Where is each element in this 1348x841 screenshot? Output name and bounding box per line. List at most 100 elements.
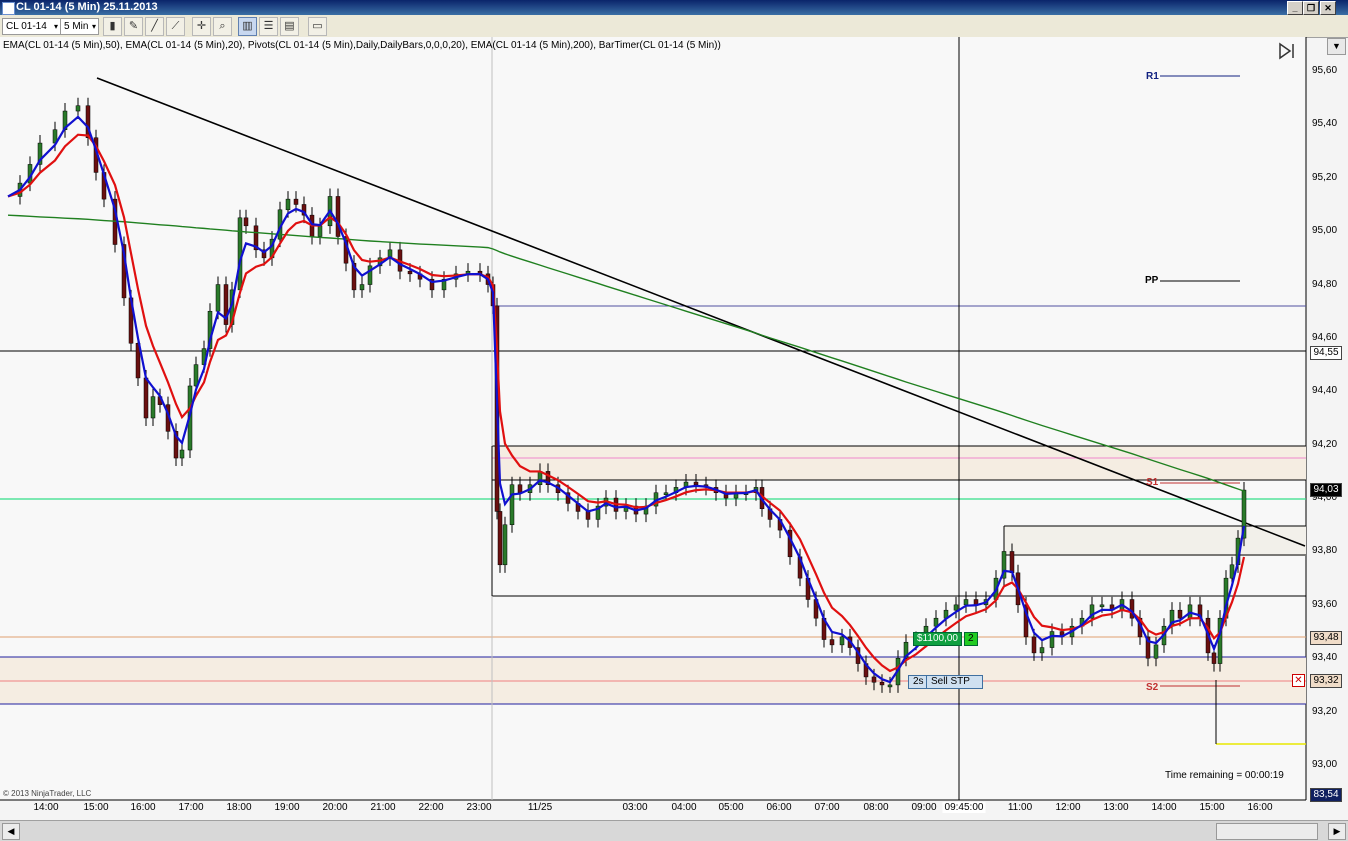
- time-tick-label: 11:00: [1007, 802, 1033, 813]
- time-tick-label: 23:00: [466, 802, 492, 813]
- time-tick-label: 20:00: [322, 802, 348, 813]
- candle-body: [1049, 631, 1055, 648]
- restore-button[interactable]: ❐: [1303, 1, 1319, 15]
- candle-body: [143, 377, 149, 419]
- candle-body: [502, 524, 508, 566]
- range-zone: [1004, 526, 1306, 556]
- pivot-r1-label: R1: [1146, 71, 1159, 82]
- time-tick-label: 04:00: [671, 802, 697, 813]
- horizontal-scrollbar[interactable]: ◀ ▶: [0, 820, 1348, 841]
- time-tick-label: 13:00: [1103, 802, 1129, 813]
- play-end-icon[interactable]: [1278, 42, 1296, 60]
- candle-body: [1039, 647, 1045, 654]
- candle-body: [150, 396, 156, 419]
- candle-body: [285, 198, 291, 211]
- bar-type-icon[interactable]: ▮: [103, 17, 122, 36]
- scroll-thumb[interactable]: [1216, 823, 1318, 840]
- candle-body: [887, 684, 893, 688]
- price-tick-label: 95,00: [1312, 225, 1338, 237]
- crosshair-icon[interactable]: ✛: [192, 17, 211, 36]
- time-tick-label: 16:00: [130, 802, 156, 813]
- indicator-list: EMA(CL 01-14 (5 Min),50), EMA(CL 01-14 (…: [3, 40, 721, 51]
- chevron-down-icon[interactable]: ▼: [1327, 38, 1346, 55]
- scroll-left-icon[interactable]: ◀: [2, 823, 20, 840]
- close-button[interactable]: ✕: [1320, 1, 1336, 15]
- time-tick-label: 14:00: [1151, 802, 1177, 813]
- price-tick-label: 93,80: [1312, 545, 1338, 557]
- app-icon: [2, 2, 15, 15]
- chart-style-icon[interactable]: ▥: [238, 17, 257, 36]
- instrument-value: CL 01-14: [6, 21, 47, 32]
- bar-timer-text: Time remaining = 00:00:19: [1165, 770, 1284, 781]
- candle-body: [953, 604, 959, 611]
- time-tick-label: 09:45:00: [942, 802, 986, 813]
- candle-body: [1211, 652, 1217, 664]
- pivot-s2-label: S2: [1146, 682, 1159, 693]
- properties-icon[interactable]: ☰: [259, 17, 278, 36]
- resistance-zone: [492, 446, 1306, 480]
- candle-body: [359, 284, 365, 291]
- line-tool-icon[interactable]: ⟋: [166, 17, 185, 36]
- price-tick-label: 95,40: [1312, 118, 1338, 130]
- order-price-tag: 93,32: [1310, 674, 1342, 688]
- window-title: CL 01-14 (5 Min) 25.11.2013: [16, 1, 158, 13]
- copyright-text: © 2013 NinjaTrader, LLC: [3, 789, 92, 798]
- zoom-icon[interactable]: ⌕: [213, 17, 232, 36]
- bottom-price-tag: 83,54: [1310, 788, 1342, 802]
- position-pnl-badge[interactable]: $1100,00: [913, 632, 962, 646]
- pivot-pp-label: PP: [1145, 275, 1159, 286]
- candle-body: [871, 676, 877, 683]
- time-tick-label: 15:00: [83, 802, 109, 813]
- interval-value: 5 Min: [64, 21, 89, 32]
- candle-body: [317, 225, 323, 237]
- candle-body: [179, 449, 185, 459]
- chevron-down-icon: ▾: [91, 22, 96, 31]
- toolbar: CL 01-14 ▾ 5 Min ▾ ▮ ✎ ╱ ⟋ ✛ ⌕ ▥ ☰ ▤ ▭: [0, 15, 1348, 38]
- time-tick-label: 18:00: [226, 802, 252, 813]
- candle-body: [1099, 604, 1105, 608]
- candle-body: [839, 636, 845, 646]
- price-tick-label: 95,20: [1312, 171, 1338, 183]
- time-tick-label: 06:00: [766, 802, 792, 813]
- time-tick-label: 19:00: [274, 802, 300, 813]
- time-tick-label: 11/25: [527, 802, 553, 813]
- stop-price-tag: 93,48: [1310, 631, 1342, 645]
- candle-body: [829, 639, 835, 646]
- position-qty-badge[interactable]: 2: [964, 632, 978, 646]
- candle-body: [193, 364, 199, 387]
- price-tick-label: 94,80: [1312, 278, 1338, 290]
- window-icon[interactable]: ▭: [308, 17, 327, 36]
- template-icon[interactable]: ▤: [280, 17, 299, 36]
- price-tick-label: 94,40: [1312, 385, 1338, 397]
- time-tick-label: 09:00: [911, 802, 937, 813]
- candle-body: [1031, 636, 1037, 654]
- time-tick-label: 08:00: [863, 802, 889, 813]
- time-tick-label: 05:00: [718, 802, 744, 813]
- drawing-tool-icon[interactable]: ╱: [145, 17, 164, 36]
- candle-body: [963, 599, 969, 606]
- cancel-order-icon[interactable]: ✕: [1292, 674, 1305, 687]
- price-tick-label: 93,60: [1312, 598, 1338, 610]
- price-chart[interactable]: [0, 37, 1348, 820]
- time-tick-label: 14:00: [33, 802, 59, 813]
- candle-body: [335, 196, 341, 237]
- price-tick-label: 94,60: [1312, 331, 1338, 343]
- interval-dropdown[interactable]: 5 Min ▾: [60, 18, 99, 35]
- last-price-tag: 94,03: [1310, 483, 1342, 497]
- price-tick-label: 93,40: [1312, 652, 1338, 664]
- candle-body: [1153, 644, 1159, 659]
- candle-body: [497, 511, 503, 566]
- price-tick-label: 95,60: [1312, 65, 1338, 76]
- scroll-right-icon[interactable]: ▶: [1328, 823, 1346, 840]
- horizontal-line-tag: 94,55: [1310, 346, 1342, 360]
- candle-body: [509, 484, 515, 526]
- order-type-badge[interactable]: Sell STP: [926, 675, 983, 689]
- candle-body: [693, 481, 699, 485]
- pencil-icon[interactable]: ✎: [124, 17, 143, 36]
- instrument-dropdown[interactable]: CL 01-14 ▾: [2, 18, 61, 35]
- candle-body: [75, 105, 81, 112]
- time-tick-label: 17:00: [178, 802, 204, 813]
- time-tick-label: 15:00: [1199, 802, 1225, 813]
- title-bar: CL 01-14 (5 Min) 25.11.2013 _ ❐ ✕: [0, 0, 1348, 15]
- minimize-button[interactable]: _: [1287, 1, 1303, 15]
